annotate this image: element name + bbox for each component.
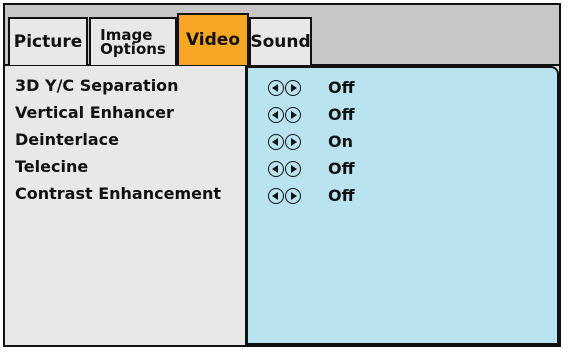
setting-label-deinterlace[interactable]: Deinterlace: [15, 130, 119, 149]
value-arrows[interactable]: [268, 161, 301, 177]
tab-image-options[interactable]: Image Options: [89, 17, 177, 65]
setting-value-vertical-enhancer: Off: [328, 105, 355, 124]
left-arrow-icon[interactable]: [268, 107, 284, 123]
right-arrow-icon[interactable]: [285, 107, 301, 123]
tab-video-label: Video: [185, 30, 241, 50]
tab-sound[interactable]: Sound: [249, 17, 312, 65]
tab-picture-label: Picture: [13, 32, 83, 52]
right-arrow-icon[interactable]: [285, 188, 301, 204]
tab-image-options-label-line2: Options: [100, 40, 166, 58]
value-arrows[interactable]: [268, 80, 301, 96]
right-arrow-icon[interactable]: [285, 134, 301, 150]
tab-picture[interactable]: Picture: [8, 17, 88, 65]
value-arrows[interactable]: [268, 134, 301, 150]
tab-sound-label: Sound: [250, 32, 311, 52]
settings-value-panel: Off Off On Off Off: [245, 66, 559, 345]
left-arrow-icon[interactable]: [268, 80, 284, 96]
setting-value-3d-yc-separation: Off: [328, 78, 355, 97]
tab-video[interactable]: Video: [177, 13, 249, 65]
tab-bar: Picture Image Options Video Sound: [5, 5, 559, 66]
setting-value-telecine: Off: [328, 159, 355, 178]
setting-label-contrast-enhancement[interactable]: Contrast Enhancement: [15, 184, 221, 203]
projector-menu: Picture Image Options Video Sound 3D Y/C…: [3, 3, 561, 347]
right-arrow-icon[interactable]: [285, 80, 301, 96]
setting-label-vertical-enhancer[interactable]: Vertical Enhancer: [15, 103, 174, 122]
settings-label-column: 3D Y/C Separation Vertical Enhancer Dein…: [5, 66, 245, 345]
value-arrows[interactable]: [268, 107, 301, 123]
right-arrow-icon[interactable]: [285, 161, 301, 177]
setting-value-deinterlace: On: [328, 132, 353, 151]
setting-label-3d-yc-separation[interactable]: 3D Y/C Separation: [15, 76, 179, 95]
setting-label-telecine[interactable]: Telecine: [15, 157, 88, 176]
left-arrow-icon[interactable]: [268, 161, 284, 177]
value-arrows[interactable]: [268, 188, 301, 204]
setting-value-contrast-enhancement: Off: [328, 186, 355, 205]
left-arrow-icon[interactable]: [268, 134, 284, 150]
left-arrow-icon[interactable]: [268, 188, 284, 204]
